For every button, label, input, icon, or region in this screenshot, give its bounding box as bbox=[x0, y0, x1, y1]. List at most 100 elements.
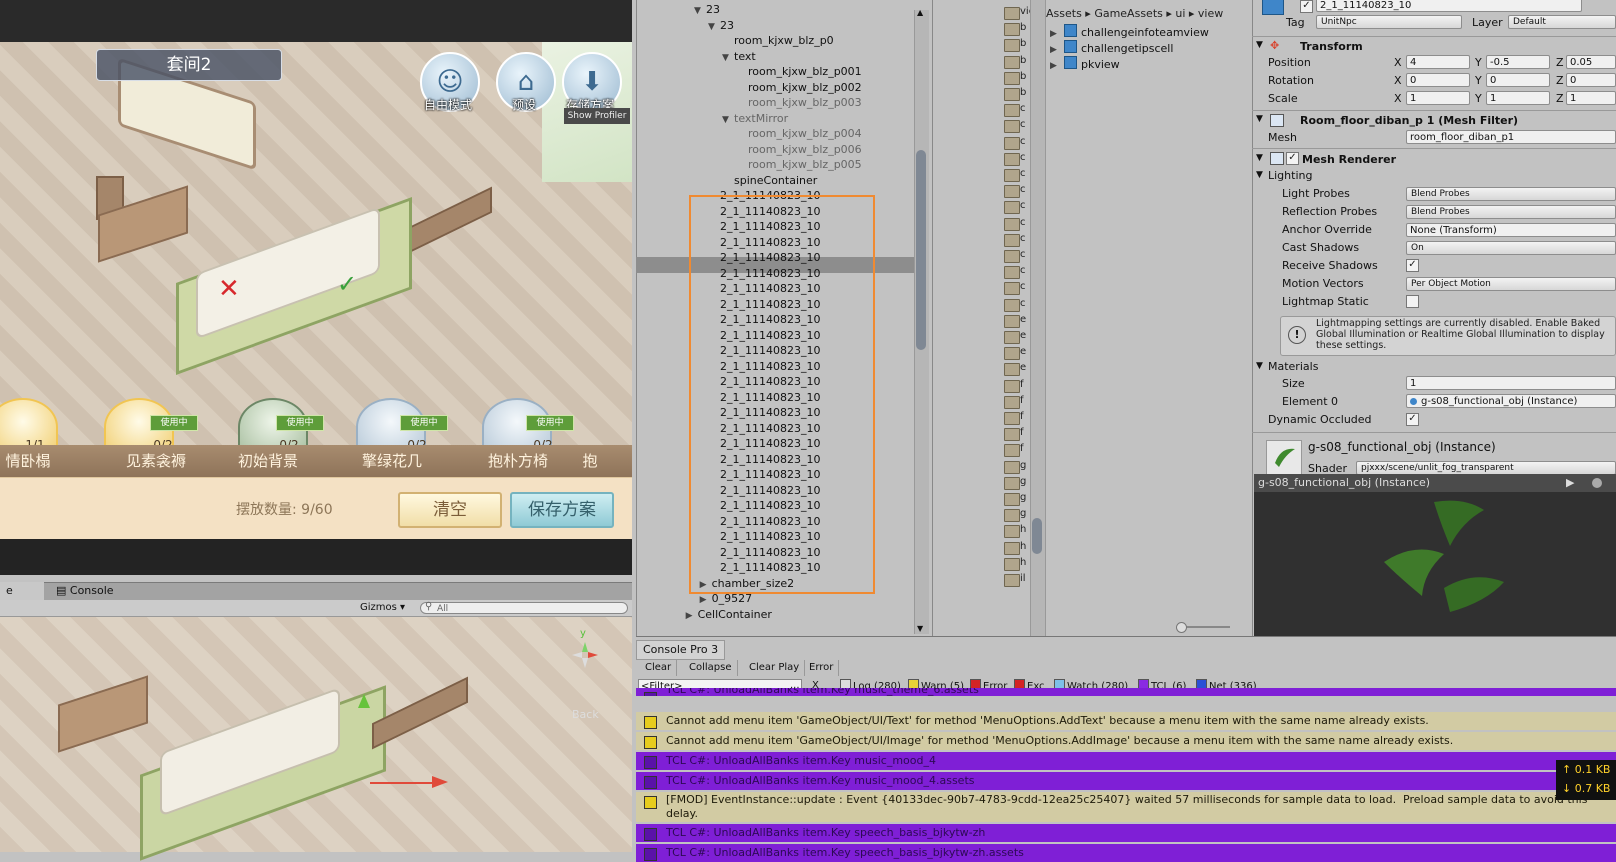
folder-label[interactable]: g bbox=[1020, 460, 1026, 471]
folder-label[interactable]: c bbox=[1020, 184, 1026, 195]
category-item[interactable]: 见素衾褥 bbox=[96, 450, 216, 471]
show-profiler-tooltip[interactable]: Show Profiler bbox=[564, 108, 630, 124]
layer-dropdown[interactable]: Default bbox=[1508, 15, 1616, 29]
folder-label[interactable]: f bbox=[1020, 395, 1024, 406]
expand-icon[interactable]: ▶ bbox=[1050, 58, 1062, 74]
lightmap-static-checkbox[interactable] bbox=[1406, 295, 1419, 308]
folder-icon[interactable] bbox=[1004, 136, 1020, 150]
folder-label[interactable]: b bbox=[1020, 38, 1026, 49]
move-y-handle[interactable] bbox=[358, 694, 370, 708]
console-error-pause-button[interactable]: Error bbox=[804, 660, 840, 676]
expand-arrow-icon[interactable]: ▼ bbox=[708, 19, 720, 35]
folder-icon[interactable] bbox=[1004, 444, 1020, 458]
active-checkbox[interactable]: ✓ bbox=[1300, 0, 1313, 13]
folder-label[interactable]: b bbox=[1020, 71, 1026, 82]
mesh-renderer-header[interactable]: Mesh Renderer bbox=[1302, 153, 1396, 166]
folder-label[interactable]: e bbox=[1020, 314, 1026, 325]
element0-field[interactable]: g-s08_functional_obj (Instance) bbox=[1406, 394, 1616, 408]
foldout-icon[interactable]: ▼ bbox=[1256, 153, 1263, 163]
folder-icon[interactable] bbox=[1004, 476, 1020, 490]
confirm-placement-icon[interactable]: ✓ bbox=[337, 270, 357, 298]
clear-button[interactable]: 清空 bbox=[398, 492, 502, 528]
folder-label[interactable]: c bbox=[1020, 200, 1026, 211]
folder-icon[interactable] bbox=[1004, 201, 1020, 215]
folder-label[interactable]: e bbox=[1020, 346, 1026, 357]
folder-label[interactable]: c bbox=[1020, 152, 1026, 163]
hierarchy-row[interactable]: ▶ CellContainer bbox=[686, 607, 772, 623]
folder-icon[interactable] bbox=[1004, 574, 1020, 587]
scroll-down-icon[interactable]: ▼ bbox=[917, 624, 923, 633]
scale-y-field[interactable]: 1 bbox=[1486, 91, 1550, 105]
folder-icon[interactable] bbox=[1004, 525, 1020, 539]
materials-size-field[interactable]: 1 bbox=[1406, 376, 1616, 390]
expand-arrow-icon[interactable]: ▼ bbox=[694, 3, 706, 19]
hierarchy-row[interactable]: room_kjxw_blz_p003 bbox=[736, 95, 862, 111]
category-item[interactable]: 擎绿花几 bbox=[332, 450, 452, 471]
dynamic-occluded-checkbox[interactable]: ✓ bbox=[1406, 413, 1419, 426]
materials-foldout[interactable]: Materials bbox=[1268, 360, 1318, 373]
material-preview[interactable] bbox=[1254, 492, 1616, 636]
expand-arrow-icon[interactable]: ▶ bbox=[700, 592, 712, 608]
folder-icon[interactable] bbox=[1004, 7, 1020, 20]
rotation-x-field[interactable]: 0 bbox=[1406, 73, 1470, 87]
folder-label[interactable]: f bbox=[1020, 427, 1024, 438]
folder-label[interactable]: c bbox=[1020, 298, 1026, 309]
folder-label[interactable]: h bbox=[1020, 524, 1026, 535]
folder-icon[interactable] bbox=[1004, 152, 1020, 166]
folder-icon[interactable] bbox=[1004, 363, 1020, 377]
reflection-probes-dropdown[interactable]: Blend Probes bbox=[1406, 205, 1616, 219]
hierarchy-row[interactable]: ▼ 23 bbox=[694, 2, 720, 18]
folder-label[interactable]: g bbox=[1020, 476, 1026, 487]
hierarchy-row[interactable]: room_kjxw_blz_p004 bbox=[736, 126, 862, 142]
position-x-field[interactable]: 4 bbox=[1406, 55, 1470, 69]
folder-label[interactable]: c bbox=[1020, 233, 1026, 244]
object-name-field[interactable]: 2_1_11140823_10 bbox=[1316, 0, 1582, 12]
folder-icon[interactable] bbox=[1004, 395, 1020, 409]
folder-icon[interactable] bbox=[1004, 557, 1020, 571]
scene-orientation-gizmo[interactable] bbox=[570, 640, 600, 670]
folder-icon[interactable] bbox=[1004, 88, 1020, 101]
folder-label[interactable]: h bbox=[1020, 541, 1026, 552]
folder-icon[interactable] bbox=[1004, 266, 1020, 280]
foldout-icon[interactable]: ▼ bbox=[1256, 114, 1263, 124]
project-item[interactable]: ▶ challengeinfoteamview bbox=[1050, 24, 1209, 40]
console-log-row[interactable]: Cannot add menu item 'GameObject/UI/Text… bbox=[636, 712, 1616, 730]
tag-dropdown[interactable]: UnitNpc bbox=[1316, 15, 1462, 29]
rotation-y-field[interactable]: 0 bbox=[1486, 73, 1550, 87]
console-collapse-button[interactable]: Collapse bbox=[684, 660, 738, 676]
project-item[interactable]: ▶ challengetipscell bbox=[1050, 40, 1173, 56]
folder-icon[interactable] bbox=[1004, 185, 1020, 199]
expand-arrow-icon[interactable]: ▶ bbox=[686, 608, 698, 624]
console-log-row[interactable]: TCL C#: UnloadAllBanks item.Key music_th… bbox=[636, 688, 1616, 696]
folder-label[interactable]: c bbox=[1020, 168, 1026, 179]
folder-label[interactable]: h bbox=[1020, 557, 1026, 568]
scale-x-field[interactable]: 1 bbox=[1406, 91, 1470, 105]
tab-scene[interactable]: e bbox=[0, 582, 44, 600]
folder-icon[interactable] bbox=[1004, 71, 1020, 85]
folder-label[interactable]: b bbox=[1020, 55, 1026, 66]
folder-label[interactable]: c bbox=[1020, 281, 1026, 292]
folder-icon[interactable] bbox=[1004, 23, 1020, 37]
motion-vectors-dropdown[interactable]: Per Object Motion bbox=[1406, 277, 1616, 291]
folder-label[interactable]: b bbox=[1020, 22, 1026, 33]
folder-icon[interactable] bbox=[1004, 217, 1020, 231]
receive-shadows-checkbox[interactable]: ✓ bbox=[1406, 259, 1419, 272]
foldout-icon[interactable]: ▼ bbox=[1256, 361, 1263, 371]
folder-icon[interactable] bbox=[1004, 39, 1020, 53]
project-scroll-thumb[interactable] bbox=[1032, 518, 1042, 554]
position-y-field[interactable]: -0.5 bbox=[1486, 55, 1550, 69]
mesh-renderer-enabled-checkbox[interactable]: ✓ bbox=[1286, 152, 1299, 165]
folder-icon[interactable] bbox=[1004, 298, 1020, 312]
anchor-override-field[interactable]: None (Transform) bbox=[1406, 223, 1616, 237]
console-log-row[interactable]: TCL C#: UnloadAllBanks item.Key music_mo… bbox=[636, 772, 1616, 790]
light-probes-dropdown[interactable]: Blend Probes bbox=[1406, 187, 1616, 201]
folder-icon[interactable] bbox=[1004, 379, 1020, 393]
move-x-handle[interactable] bbox=[432, 776, 448, 788]
folder-label[interactable]: c bbox=[1020, 265, 1026, 276]
folder-icon[interactable] bbox=[1004, 541, 1020, 555]
folder-label[interactable]: e bbox=[1020, 362, 1026, 373]
folder-label[interactable]: f bbox=[1020, 379, 1024, 390]
folder-icon[interactable] bbox=[1004, 460, 1020, 474]
folder-icon[interactable] bbox=[1004, 120, 1020, 134]
rotation-z-field[interactable]: 0 bbox=[1566, 73, 1616, 87]
